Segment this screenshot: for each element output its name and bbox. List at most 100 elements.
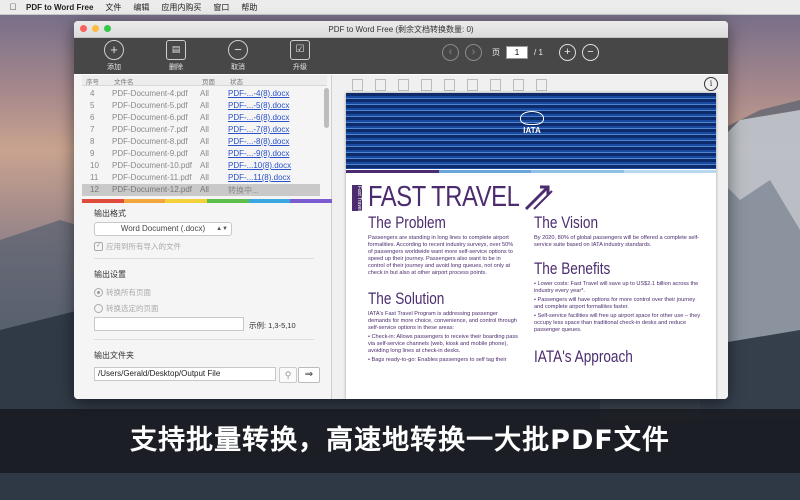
output-format-value: Word Document (.docx) — [120, 224, 206, 233]
menu-window[interactable]: 窗口 — [213, 2, 229, 13]
row-filename: PDF-Document-5.pdf — [112, 101, 188, 110]
row-pages: All — [200, 89, 209, 98]
apply-all-label: 应用到所有导入的文件 — [106, 242, 181, 251]
browse-folder-button[interactable]: ⇒ — [298, 367, 320, 383]
next-page-button[interactable]: › — [465, 44, 482, 61]
apple-icon[interactable]:  — [0, 2, 26, 12]
row-index: 6 — [90, 113, 95, 122]
table-row[interactable]: 8 PDF-Document-8.pdf All PDF-...-8(8).docx — [82, 136, 320, 148]
search-folder-button[interactable]: ⚲ — [279, 367, 297, 383]
magnifier-icon: ⚲ — [284, 370, 292, 380]
row-index: 8 — [90, 137, 95, 146]
row-status[interactable]: PDF-...-4(8).docx — [228, 89, 289, 98]
row-status[interactable]: PDF-...-5(8).docx — [228, 101, 289, 110]
row-pages: All — [200, 137, 209, 146]
row-status[interactable]: PDF-...11(8).docx — [228, 173, 291, 182]
col-status[interactable]: 状态 — [230, 76, 243, 86]
row-status[interactable]: PDF-...-8(8).docx — [228, 137, 289, 146]
table-row[interactable]: 7 PDF-Document-7.pdf All PDF-...-7(8).docx — [82, 124, 320, 136]
view-table-icon[interactable] — [467, 79, 478, 91]
row-filename: PDF-Document-7.pdf — [112, 125, 188, 134]
title-bar: PDF to Word Free (剩余文档转换数量: 0) — [74, 21, 728, 38]
col-index[interactable]: 序号 — [86, 76, 99, 86]
row-status[interactable]: PDF-...-6(8).docx — [228, 113, 289, 122]
prev-page-button[interactable]: ‹ — [442, 44, 459, 61]
view-list-icon[interactable] — [536, 79, 547, 91]
row-index: 12 — [90, 185, 99, 194]
problem-text: Passengers are standing in long lines to… — [368, 235, 514, 276]
convert-selected-radio[interactable]: 转换选定的页面 — [94, 303, 159, 314]
upgrade-button[interactable]: ☑ 升级 — [282, 40, 318, 72]
row-status[interactable]: PDF-...-9(8).docx — [228, 149, 289, 158]
row-filename: PDF-Document-6.pdf — [112, 113, 188, 122]
view-column-icon[interactable] — [490, 79, 501, 91]
table-row[interactable]: 10 PDF-Document-10.pdf All PDF-...10(8).doc… — [82, 160, 320, 172]
row-status[interactable]: PDF-...10(8).docx — [228, 161, 291, 170]
page-number-input[interactable]: 1 — [506, 46, 528, 59]
col-pages[interactable]: 页面 — [202, 76, 215, 86]
plus-icon: + — [104, 40, 124, 60]
view-eye-icon[interactable] — [352, 79, 363, 91]
page-range-input[interactable] — [94, 317, 244, 331]
row-status[interactable]: PDF-...-7(8).docx — [228, 125, 289, 134]
add-button[interactable]: + 添加 — [96, 40, 132, 72]
menu-bar:  PDF to Word Free 文件 编辑 应用内购买 窗口 帮助 — [0, 0, 800, 15]
approach-heading: IATA's Approach — [534, 347, 633, 366]
view-mode-icons — [352, 79, 547, 91]
menu-help[interactable]: 帮助 — [241, 2, 257, 13]
doc-side-tab: Fast Travel — [352, 185, 362, 211]
col-filename[interactable]: 文件名 — [114, 76, 134, 86]
doc-title: FAST TRAVEL — [368, 181, 520, 213]
info-icon[interactable]: i — [704, 77, 718, 91]
row-pages: All — [200, 185, 209, 194]
chevron-updown-icon: ▲▼ — [216, 226, 228, 232]
menu-in-app-purchase[interactable]: 应用内购买 — [161, 2, 201, 13]
view-image-icon[interactable] — [421, 79, 432, 91]
row-index: 10 — [90, 161, 99, 170]
cancel-label: 取消 — [231, 64, 245, 71]
upgrade-label: 升级 — [293, 64, 307, 71]
vision-heading: The Vision — [534, 213, 599, 232]
zoom-in-button[interactable]: + — [558, 44, 576, 61]
output-format-select[interactable]: Word Document (.docx) ▲▼ — [94, 222, 232, 236]
radio-unselected-icon — [94, 304, 103, 313]
convert-all-label: 转换所有页面 — [106, 288, 151, 297]
radio-selected-icon — [94, 288, 103, 297]
iata-logo: IATA — [512, 111, 552, 135]
row-index: 11 — [90, 173, 99, 182]
convert-all-radio[interactable]: 转换所有页面 — [94, 287, 151, 298]
cancel-button[interactable]: − 取消 — [220, 40, 256, 72]
delete-button[interactable]: ▤ 删除 — [158, 40, 194, 72]
row-pages: All — [200, 101, 209, 110]
row-index: 5 — [90, 101, 95, 110]
trash-icon: ▤ — [166, 40, 186, 60]
preview-panel: i IATA Fast Travel FAST TRAVEL The Probl… — [332, 75, 728, 399]
zoom-out-button[interactable]: − — [581, 44, 599, 61]
row-status[interactable]: 转换中... — [228, 185, 259, 196]
folder-arrow-icon: ⇒ — [304, 369, 314, 380]
table-row[interactable]: 11 PDF-Document-11.pdf All PDF-...11(8).doc… — [82, 172, 320, 184]
file-list-scrollbar[interactable] — [324, 88, 329, 128]
output-folder-title: 输出文件夹 — [94, 351, 134, 360]
delete-label: 删除 — [169, 64, 183, 71]
menu-app-name[interactable]: PDF to Word Free — [26, 3, 93, 12]
output-folder-path[interactable]: /Users/Gerald/Desktop/Output File — [94, 367, 276, 381]
benefits-text: • Lower costs: Fast Travel will save up … — [534, 281, 701, 333]
view-frame-icon[interactable] — [398, 79, 409, 91]
menu-edit[interactable]: 编辑 — [133, 2, 149, 13]
menu-file[interactable]: 文件 — [105, 2, 121, 13]
table-row[interactable]: 5 PDF-Document-5.pdf All PDF-...-5(8).docx — [82, 100, 320, 112]
apply-all-checkbox[interactable]: ✓ 应用到所有导入的文件 — [94, 241, 181, 252]
doc-color-stripe — [346, 170, 716, 173]
divider — [94, 339, 314, 340]
view-single-icon[interactable] — [375, 79, 386, 91]
table-row[interactable]: 4 PDF-Document-4.pdf All PDF-...-4(8).docx — [82, 88, 320, 100]
view-grid-icon[interactable] — [513, 79, 524, 91]
page-navigation: ‹ › 页 1 / 1 + − — [442, 44, 599, 61]
table-row[interactable]: 12 PDF-Document-12.pdf All 转换中... — [82, 184, 320, 196]
table-row[interactable]: 9 PDF-Document-9.pdf All PDF-...-9(8).docx — [82, 148, 320, 160]
view-text-icon[interactable] — [444, 79, 455, 91]
left-panel: 序号 文件名 页面 状态 4 PDF-Document-4.pdf All PDF-.… — [74, 75, 333, 399]
table-row[interactable]: 6 PDF-Document-6.pdf All PDF-...-6(8).docx — [82, 112, 320, 124]
row-pages: All — [200, 173, 209, 182]
